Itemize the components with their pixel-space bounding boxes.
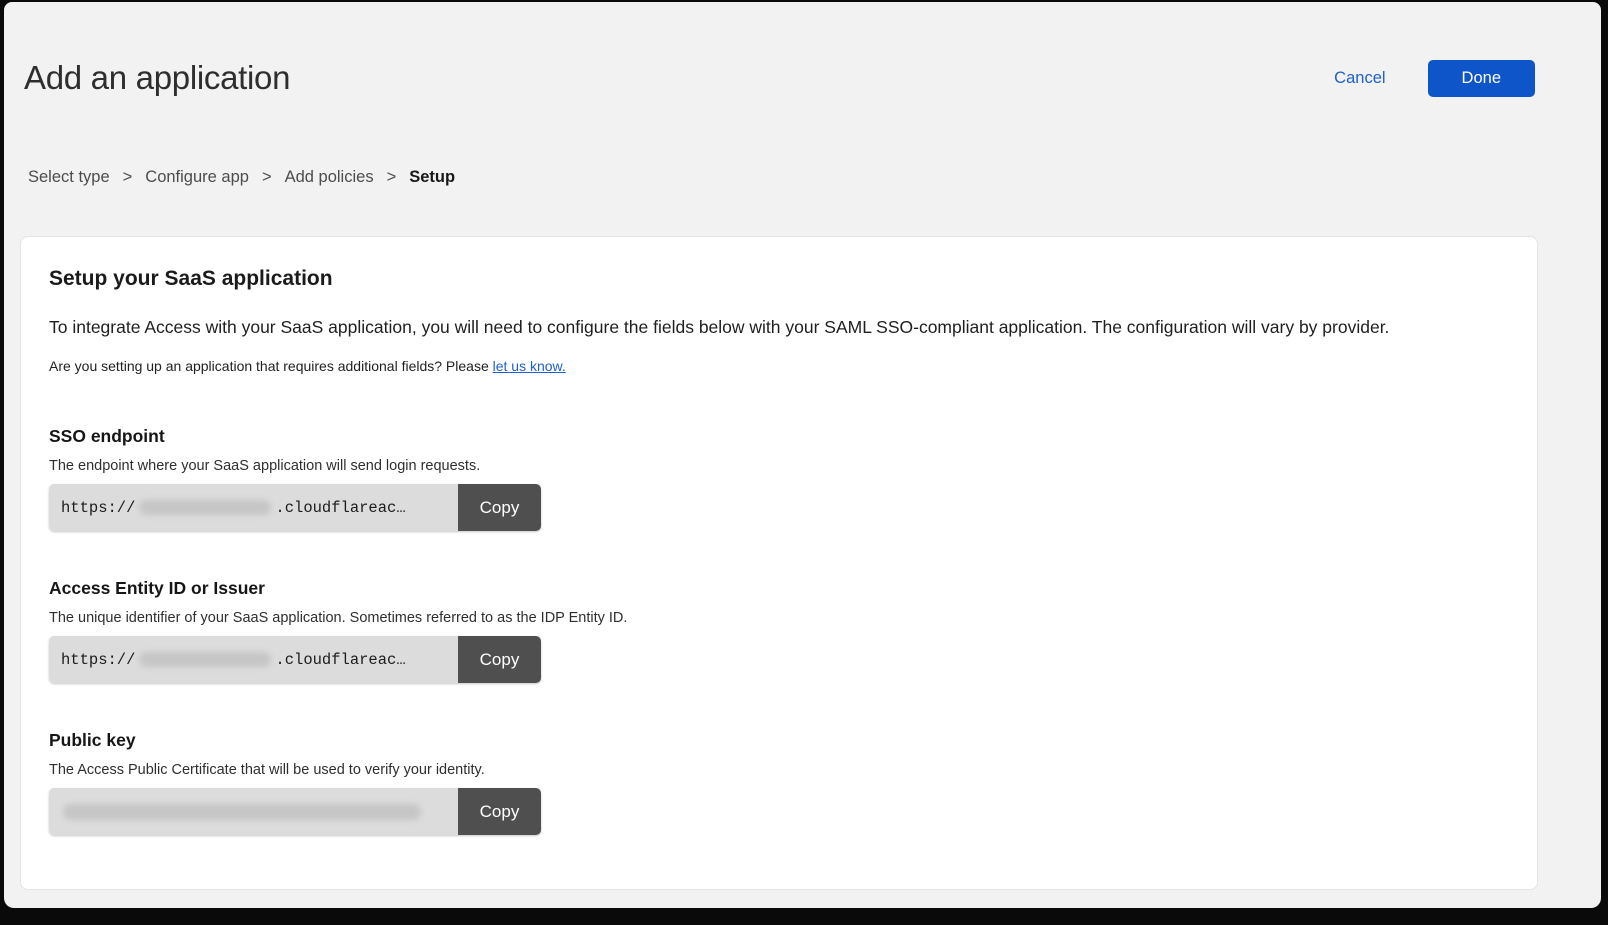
card-intro: To integrate Access with your SaaS appli… [49, 316, 1509, 338]
sso-endpoint-value: https:// .cloudflareac… [49, 484, 458, 531]
page-title: Add an application [24, 58, 290, 98]
page: Add an application Cancel Done Select ty… [4, 2, 1601, 908]
field-description: The unique identifier of your SaaS appli… [49, 610, 1509, 626]
cancel-button[interactable]: Cancel [1334, 69, 1385, 88]
field-public-key: Public key The Access Public Certificate… [49, 730, 1509, 835]
copy-button[interactable]: Copy [458, 636, 541, 683]
access-entity-id-value-row: https:// .cloudflareac… Copy [49, 636, 541, 683]
field-label: Access Entity ID or Issuer [49, 578, 1509, 599]
field-sso-endpoint: SSO endpoint The endpoint where your Saa… [49, 426, 1509, 531]
breadcrumb-step-setup: Setup [409, 168, 455, 187]
value-suffix: .cloudflareac… [275, 651, 405, 669]
sso-endpoint-value-row: https:// .cloudflareac… Copy [49, 484, 541, 531]
header-actions: Cancel Done [1334, 60, 1535, 97]
additional-fields-note: Are you setting up an application that r… [49, 358, 1509, 374]
redacted-value [139, 500, 271, 515]
note-text: Are you setting up an application that r… [49, 358, 493, 374]
redacted-value [139, 652, 271, 667]
field-description: The Access Public Certificate that will … [49, 762, 1509, 778]
copy-button[interactable]: Copy [458, 788, 541, 835]
card-title: Setup your SaaS application [49, 267, 1509, 291]
field-label: Public key [49, 730, 1509, 751]
let-us-know-link[interactable]: let us know. [493, 358, 566, 374]
setup-card: Setup your SaaS application To integrate… [20, 236, 1538, 890]
field-access-entity-id: Access Entity ID or Issuer The unique id… [49, 578, 1509, 683]
breadcrumb-separator: > [262, 168, 272, 187]
value-prefix: https:// [61, 651, 135, 669]
field-label: SSO endpoint [49, 426, 1509, 447]
value-prefix: https:// [61, 499, 135, 517]
public-key-value-row: Copy [49, 788, 541, 835]
breadcrumb-separator: > [123, 168, 133, 187]
page-header: Add an application Cancel Done [4, 2, 1601, 98]
redacted-value [63, 804, 421, 820]
copy-button[interactable]: Copy [458, 484, 541, 531]
breadcrumb-separator: > [387, 168, 397, 187]
breadcrumb-step-select-type[interactable]: Select type [28, 168, 110, 187]
breadcrumb: Select type > Configure app > Add polici… [28, 168, 1601, 187]
field-description: The endpoint where your SaaS application… [49, 458, 1509, 474]
breadcrumb-step-add-policies[interactable]: Add policies [285, 168, 374, 187]
access-entity-id-value: https:// .cloudflareac… [49, 636, 458, 683]
value-suffix: .cloudflareac… [275, 499, 405, 517]
done-button[interactable]: Done [1428, 60, 1535, 97]
breadcrumb-step-configure-app[interactable]: Configure app [145, 168, 249, 187]
public-key-value [49, 788, 458, 835]
